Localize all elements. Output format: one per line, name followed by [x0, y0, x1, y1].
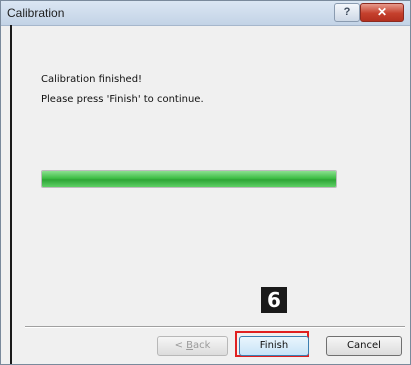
progress-bar	[41, 170, 337, 188]
progress-fill	[42, 171, 336, 187]
back-rest: ack	[193, 340, 211, 351]
back-button[interactable]: < Back	[157, 336, 228, 356]
back-accelerator: B	[186, 340, 193, 351]
window-title: Calibration	[7, 6, 65, 20]
step-number-badge: 6	[261, 287, 287, 313]
status-message: Calibration finished!	[41, 74, 143, 85]
title-bar: Calibration ? ✕	[1, 1, 410, 26]
help-button[interactable]: ?	[334, 3, 360, 22]
back-prefix: <	[174, 340, 187, 351]
cancel-button[interactable]: Cancel	[326, 336, 402, 356]
close-button[interactable]: ✕	[360, 3, 404, 22]
finish-button[interactable]: Finish	[239, 336, 309, 356]
window-left-edge	[10, 25, 12, 364]
button-separator	[25, 326, 405, 328]
calibration-dialog: Calibration ? ✕ Calibration finished! Pl…	[0, 0, 411, 365]
instruction-message: Please press 'Finish' to continue.	[41, 94, 204, 105]
